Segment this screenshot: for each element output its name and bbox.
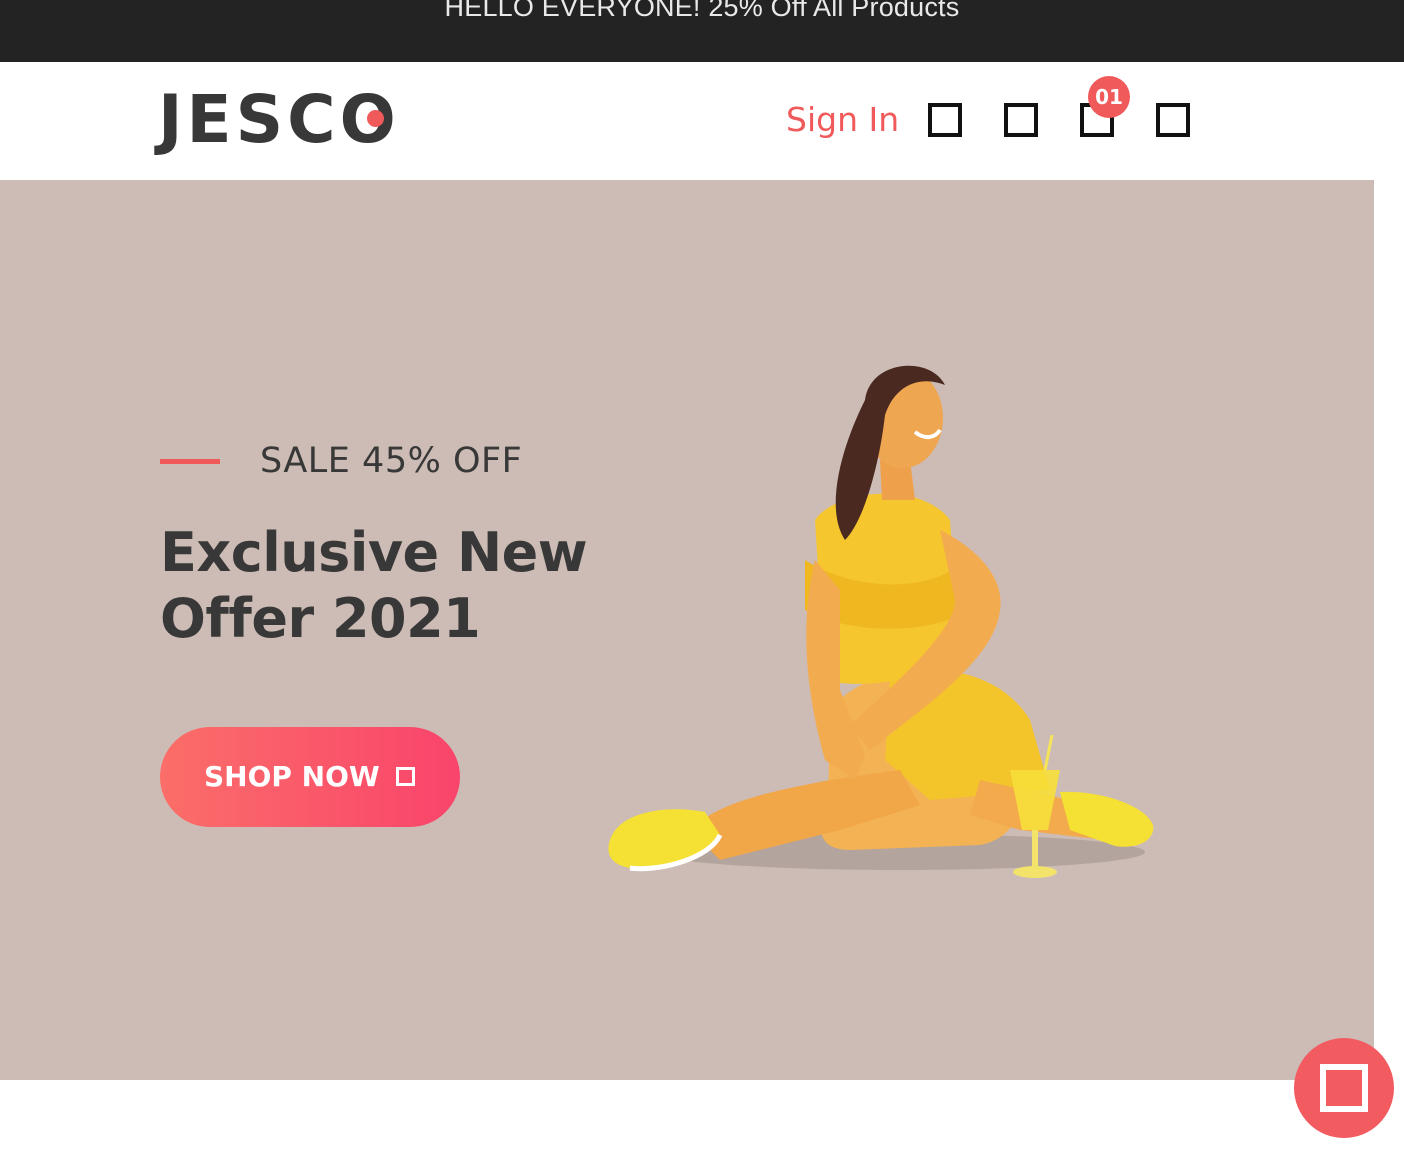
arrow-icon (396, 767, 415, 786)
logo-text: JESCO (158, 81, 400, 158)
logo-dot (367, 110, 384, 127)
shop-now-label: SHOP NOW (204, 760, 380, 793)
announcement-bar: HELLO EVERYONE! 25% Off All Products (0, 0, 1404, 62)
wishlist-icon[interactable] (1004, 103, 1038, 137)
floating-chat-button[interactable] (1294, 1038, 1394, 1138)
chat-icon (1320, 1064, 1368, 1112)
hero-model-image (608, 365, 1154, 878)
logo[interactable]: JESCO (158, 84, 410, 156)
hero-title: Exclusive New Offer 2021 (160, 520, 620, 652)
sign-in-link[interactable]: Sign In (786, 98, 899, 142)
menu-icon[interactable] (1156, 103, 1190, 137)
search-icon[interactable] (928, 103, 962, 137)
cart-count-badge: 01 (1088, 76, 1130, 118)
announcement-text: HELLO EVERYONE! 25% Off All Products (444, 0, 960, 22)
sale-text: SALE 45% OFF (260, 441, 523, 481)
hero-title-line2: Offer 2021 (160, 587, 481, 650)
hero-title-line1: Exclusive New (160, 521, 588, 584)
shop-now-button[interactable]: SHOP NOW (160, 727, 460, 827)
sale-accent-line (160, 459, 220, 464)
